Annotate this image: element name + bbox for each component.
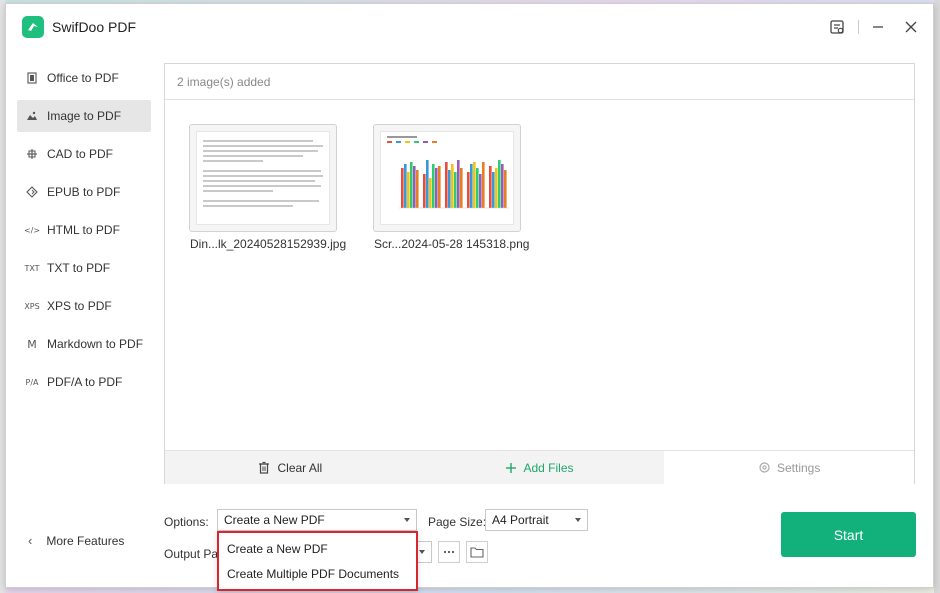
sidebar-item-office-to-pdf[interactable]: Office to PDF: [17, 62, 151, 94]
options-dropdown-list: Create a New PDF Create Multiple PDF Doc…: [217, 531, 418, 591]
document-preview: [196, 131, 330, 225]
sidebar: Office to PDF Image to PDF CAD to PDF EP…: [6, 62, 164, 582]
add-files-button[interactable]: Add Files: [414, 451, 665, 484]
file-actions-bar: Clear All Add Files Settings: [165, 450, 915, 484]
sidebar-item-xps-to-pdf[interactable]: XPS XPS to PDF: [17, 290, 151, 322]
page-size-select[interactable]: A4 Portrait: [485, 509, 588, 531]
swifdoo-logo-icon: [22, 16, 44, 38]
app-title: SwifDoo PDF: [52, 19, 137, 35]
minimize-icon[interactable]: [867, 16, 889, 38]
sidebar-item-cad-to-pdf[interactable]: CAD to PDF: [17, 138, 151, 170]
start-button[interactable]: Start: [781, 512, 916, 557]
file-name: Din...lk_20240528152939.jpg: [190, 237, 347, 251]
file-count: 2 image(s) added: [165, 64, 914, 100]
trash-icon: [259, 461, 270, 474]
close-icon[interactable]: [900, 16, 922, 38]
plus-icon: [506, 462, 517, 473]
app-window: SwifDoo PDF Office to PDF Image to PDF C…: [5, 3, 934, 591]
clear-all-button[interactable]: Clear All: [165, 451, 415, 484]
caret-down-icon: [419, 550, 425, 554]
sidebar-item-markdown-to-pdf[interactable]: M Markdown to PDF: [17, 328, 151, 360]
caret-down-icon: [575, 518, 581, 522]
title-bar: SwifDoo PDF: [6, 4, 933, 52]
cad-icon: [25, 147, 39, 161]
caret-down-icon: [404, 518, 410, 522]
file-thumbnail-chart[interactable]: [373, 124, 521, 232]
settings-button[interactable]: Settings: [664, 451, 915, 484]
chevron-left-icon: ‹: [28, 533, 33, 548]
chart-preview: [380, 131, 514, 225]
ellipsis-icon: [443, 550, 455, 554]
gear-icon: [759, 462, 770, 473]
html-icon: </>: [23, 225, 41, 235]
open-folder-button[interactable]: [466, 541, 488, 563]
sidebar-item-epub-to-pdf[interactable]: EPUB to PDF: [17, 176, 151, 208]
markdown-icon: M: [27, 337, 37, 351]
more-features-button[interactable]: ‹ More Features: [28, 533, 124, 548]
dropdown-option-create-multiple-pdf[interactable]: Create Multiple PDF Documents: [227, 567, 399, 581]
sidebar-item-image-to-pdf[interactable]: Image to PDF: [17, 100, 151, 132]
page-size-label: Page Size:: [428, 515, 487, 529]
more-features-label: More Features: [46, 533, 125, 548]
dropdown-option-create-new-pdf[interactable]: Create a New PDF: [227, 542, 328, 556]
options-label: Options:: [164, 515, 209, 529]
sidebar-item-html-to-pdf[interactable]: </> HTML to PDF: [17, 214, 151, 246]
office-icon: [25, 71, 39, 85]
feedback-icon[interactable]: [826, 16, 848, 38]
xps-icon: XPS: [24, 301, 40, 311]
epub-icon: [25, 185, 39, 199]
file-thumbnail-document[interactable]: [189, 124, 337, 232]
options-select[interactable]: Create a New PDF: [217, 509, 417, 531]
txt-icon: TXT: [24, 263, 40, 273]
title-separator: [858, 20, 859, 34]
more-options-button[interactable]: [438, 541, 460, 563]
background-app-edge-right: [934, 0, 940, 593]
sidebar-item-txt-to-pdf[interactable]: TXT TXT to PDF: [17, 252, 151, 284]
image-icon: [25, 109, 39, 123]
pdfa-icon: P/A: [25, 377, 39, 387]
file-name: Scr...2024-05-28 145318.png: [374, 237, 530, 251]
sidebar-item-pdfa-to-pdf[interactable]: P/A PDF/A to PDF: [17, 366, 151, 398]
output-path-label: Output Pat: [164, 547, 222, 561]
folder-icon: [470, 547, 484, 558]
file-panel: 2 image(s) added Din...lk_20240528152939…: [164, 63, 915, 484]
